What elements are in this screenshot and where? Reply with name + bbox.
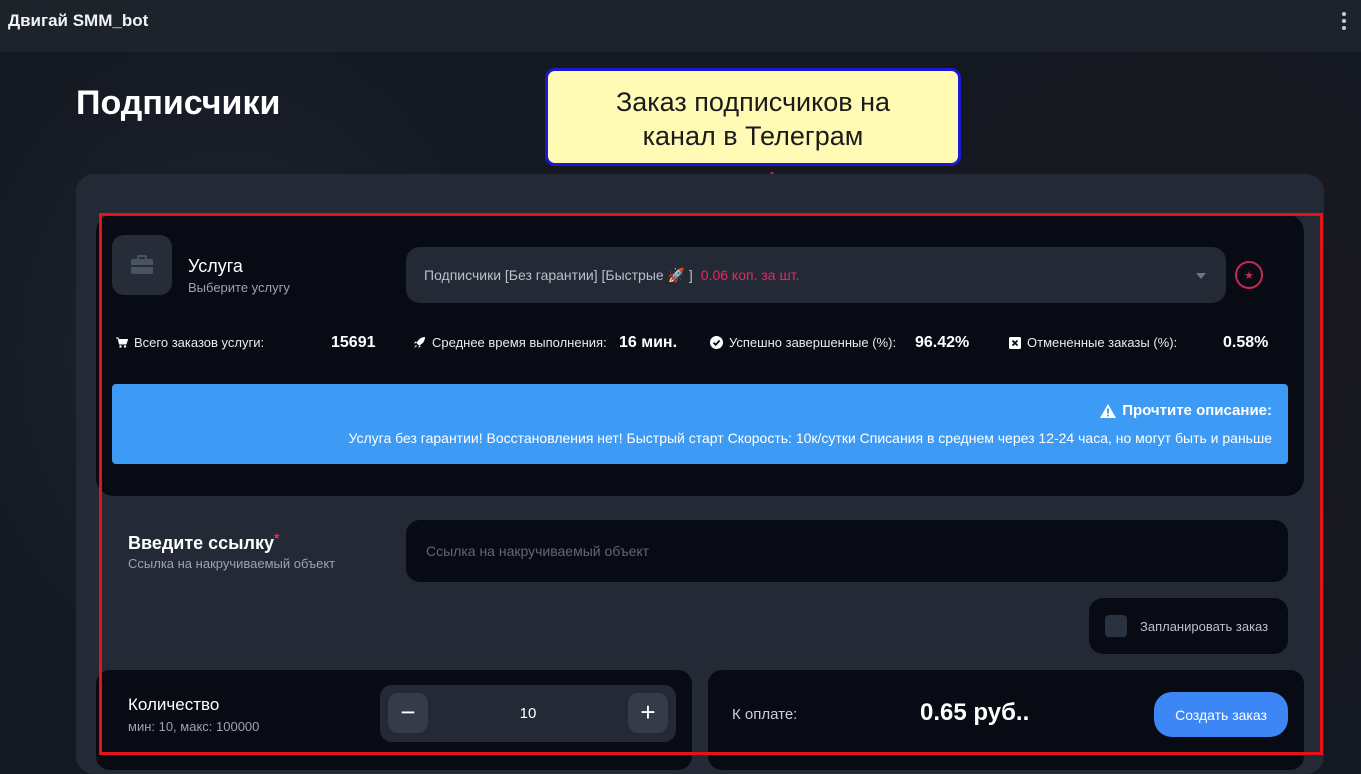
- stat-success: Успешно завершенные (%):: [710, 335, 896, 350]
- stat-cancel-value: 0.58%: [1223, 334, 1269, 351]
- payment-amount: 0.65 руб..: [920, 699, 1030, 726]
- required-mark: *: [274, 530, 280, 546]
- quantity-plus-button[interactable]: +: [628, 693, 668, 733]
- check-circle-icon: [710, 336, 723, 349]
- service-description-alert: Прочтите описание: Услуга без гарантии! …: [112, 384, 1288, 464]
- favorite-star-icon[interactable]: ★: [1235, 261, 1263, 289]
- quantity-stepper: − 10 +: [380, 685, 676, 742]
- top-bar: Двигай SMM_bot: [0, 0, 1361, 52]
- schedule-order-toggle[interactable]: Запланировать заказ: [1089, 598, 1288, 654]
- payment-label: К оплате:: [732, 706, 798, 723]
- cart-icon: [116, 337, 128, 348]
- quantity-sublabel: мин: 10, макс: 100000: [128, 719, 260, 734]
- stat-orders: Всего заказов услуги:: [116, 335, 264, 350]
- quantity-label: Количество: [128, 695, 220, 714]
- annotation-line-2: канал в Телеграм: [642, 121, 864, 151]
- stat-cancel: Отмененные заказы (%):: [1009, 335, 1177, 350]
- annotation-callout: Заказ подписчиков на канал в Телеграм: [545, 68, 961, 166]
- app-title: Двигай SMM_bot: [8, 11, 149, 30]
- stat-success-label: Успешно завершенные (%):: [729, 335, 897, 350]
- link-sublabel: Ссылка на накручиваемый объект: [128, 556, 336, 571]
- service-price: 0.06 коп. за шт.: [700, 267, 800, 283]
- stat-success-value: 96.42%: [915, 334, 970, 351]
- schedule-checkbox[interactable]: [1105, 615, 1127, 637]
- alert-title-text: Прочтите описание:: [1122, 402, 1272, 419]
- warning-icon: [1100, 403, 1117, 418]
- service-selected-value: Подписчики [Без гарантии] [Быстрые 🚀 ]: [424, 266, 693, 283]
- close-square-icon: [1009, 336, 1021, 349]
- service-sublabel: Выберите услугу: [188, 280, 290, 295]
- briefcase-icon: [112, 235, 172, 295]
- stat-orders-label: Всего заказов услуги:: [134, 335, 265, 350]
- chevron-down-icon: [1196, 273, 1206, 279]
- link-input[interactable]: [406, 520, 1288, 582]
- stat-time-label: Среднее время выполнения:: [432, 335, 607, 350]
- page-title: Подписчики: [76, 84, 281, 122]
- schedule-label: Запланировать заказ: [1140, 618, 1269, 634]
- service-select[interactable]: Подписчики [Без гарантии] [Быстрые 🚀 ] 0…: [406, 247, 1226, 303]
- rocket-icon: [414, 337, 425, 348]
- stat-orders-value: 15691: [331, 334, 376, 351]
- stat-time: Среднее время выполнения:: [413, 335, 607, 350]
- link-label-text: Введите ссылку: [128, 533, 275, 553]
- alert-title: Прочтите описание:: [1100, 402, 1272, 419]
- more-menu-icon[interactable]: [1341, 12, 1347, 34]
- annotation-line-1: Заказ подписчиков на: [615, 87, 891, 117]
- stat-time-value: 16 мин.: [619, 334, 678, 351]
- link-label: Введите ссылку*: [128, 530, 280, 554]
- alert-text: Услуга без гарантии! Восстановления нет!…: [348, 429, 1272, 446]
- service-label: Услуга: [188, 256, 243, 276]
- stat-cancel-label: Отмененные заказы (%):: [1027, 335, 1178, 350]
- create-order-button[interactable]: Создать заказ: [1154, 692, 1288, 737]
